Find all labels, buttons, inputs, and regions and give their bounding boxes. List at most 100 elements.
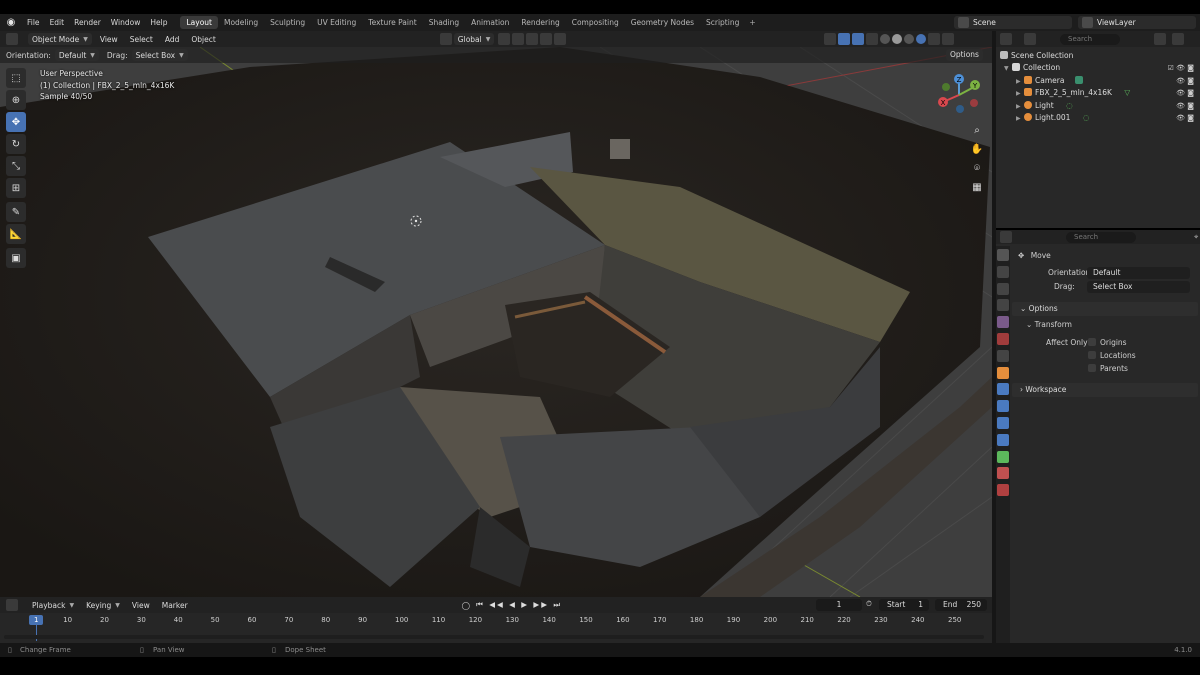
item-visibility-controls[interactable]: 👁 ◙ [1176,87,1194,99]
record-icon[interactable]: ◯ [462,601,470,610]
camera-view-icon[interactable]: ⌾ [968,160,986,178]
tab-scripting[interactable]: Scripting [700,16,745,29]
move-tool-icon[interactable]: ✥ [6,112,26,132]
scene-selector[interactable]: Scene [954,16,1072,29]
add-cube-tool-icon[interactable]: ▣ [6,248,26,268]
solid-shading-icon[interactable] [892,34,903,44]
collection-visibility-controls[interactable]: ☑ 👁 ◙ [1168,62,1194,74]
menu-edit[interactable]: Edit [45,14,70,31]
overlay-toggle-icon[interactable] [852,33,865,45]
tab-sculpting[interactable]: Sculpting [264,16,311,29]
properties-editor-icon[interactable] [1000,231,1012,243]
world-tab-icon[interactable] [997,332,1009,345]
item-visibility-controls[interactable]: 👁 ◙ [1176,75,1194,87]
outliner-item-light-001[interactable]: ▶ Light.001 ◌ 👁 ◙ [996,112,1200,124]
tab-modeling[interactable]: Modeling [218,16,264,29]
transform-pivot-icon[interactable] [439,33,452,45]
output-tab-icon[interactable] [997,282,1009,295]
annotate-tool-icon[interactable]: ✎ [6,202,26,222]
options-panel-header[interactable]: ⌄ Options [1012,302,1198,316]
gizmo-y-label[interactable]: Y [972,82,978,90]
stopwatch-icon[interactable]: ⏱ [866,599,872,609]
scene-collection-row[interactable]: Scene Collection [996,50,1200,62]
collection-tab-icon[interactable] [997,349,1009,362]
wireframe-shading-icon[interactable] [880,34,891,44]
playback-menu[interactable]: Playback ▼ [28,599,78,611]
playback-controls[interactable]: ⏮ ◀◀ ◀ ▶ ▶▶ ⏭ [476,600,562,610]
menu-help[interactable]: Help [145,14,172,31]
visibility-icon[interactable] [824,33,837,45]
menu-file[interactable]: File [22,14,45,31]
origins-checkbox[interactable]: Origins [1088,336,1127,350]
orientation-dropdown[interactable]: Default [1087,267,1190,279]
shading-options-icon[interactable] [928,33,941,45]
measure-tool-icon[interactable]: 📐 [6,224,26,244]
end-frame-field[interactable]: End 250 [935,599,987,611]
tab-rendering[interactable]: Rendering [515,16,565,29]
gizmo-toggle-icon[interactable] [838,33,851,45]
add-workspace-button[interactable]: + [745,18,759,27]
item-visibility-controls[interactable]: 👁 ◙ [1176,100,1194,112]
filter-icon[interactable] [1154,33,1166,45]
gizmo-x-label[interactable]: X [941,99,946,107]
current-frame-field[interactable]: 1 [816,599,862,611]
start-frame-field[interactable]: Start 1 [879,599,929,611]
tab-uv-editing[interactable]: UV Editing [311,16,362,29]
item-visibility-controls[interactable]: 👁 ◙ [1176,112,1194,124]
transform-subpanel-header[interactable]: ⌄ Transform [1012,318,1198,332]
physics-tab-icon[interactable] [997,416,1009,429]
transform-tool-icon[interactable]: ⊞ [6,178,26,198]
tab-shading[interactable]: Shading [423,16,465,29]
outliner-search-input[interactable]: Search [1060,33,1120,45]
tab-animation[interactable]: Animation [465,16,515,29]
object-mode-dropdown[interactable]: Object Mode ▼ [28,33,92,45]
ortho-grid-icon[interactable]: ▦ [968,179,986,197]
menu-render[interactable]: Render [69,14,106,31]
rendered-shading-icon[interactable] [916,34,927,44]
xray-toggle-icon[interactable] [866,33,879,45]
render-tab-icon[interactable] [997,265,1009,278]
new-collection-icon[interactable] [1172,33,1184,45]
gizmo-z-label[interactable]: Z [957,76,962,84]
snap-icon[interactable] [512,33,525,45]
zoom-icon[interactable]: ⌕ [968,122,986,140]
pan-hand-icon[interactable]: ✋ [968,141,986,159]
material-shading-icon[interactable] [904,34,915,44]
scene-tab-icon[interactable] [997,316,1009,329]
viewlayer-selector[interactable]: ViewLayer [1078,16,1196,29]
options-button[interactable]: Options [946,49,983,61]
outliner-item-light[interactable]: ▶ Light ◌ 👁 ◙ [996,100,1200,112]
view-menu[interactable]: View [96,33,122,45]
chevron-right-icon[interactable]: ▶ [1016,113,1024,125]
particles-tab-icon[interactable] [997,400,1009,413]
select-box-tool-icon[interactable]: ⬚ [6,68,26,88]
drag-dropdown[interactable]: Select Box ▼ [131,49,188,61]
texture-tab-icon[interactable] [997,484,1009,497]
transform-orientation-dropdown[interactable]: Global ▼ [453,33,495,45]
collection-row[interactable]: ▼ Collection ☑ 👁 ◙ [996,62,1200,74]
blender-logo-icon[interactable]: ◉ [5,17,17,29]
data-tab-icon[interactable] [997,450,1009,463]
object-menu[interactable]: Object [187,33,219,45]
pivot-point-icon[interactable] [498,33,511,45]
tab-texture-paint[interactable]: Texture Paint [362,16,422,29]
tool-tab-icon[interactable] [997,249,1009,261]
pause-render-icon[interactable] [942,33,955,45]
parents-checkbox[interactable]: Parents [1088,363,1128,376]
timeline-scrollbar[interactable] [4,635,984,639]
tab-geometry-nodes[interactable]: Geometry Nodes [625,16,700,29]
tab-layout[interactable]: Layout [180,16,218,29]
view-layer-tab-icon[interactable] [997,299,1009,312]
proportional-edit-icon[interactable] [540,33,553,45]
timeline-area[interactable]: 1 10 20 30 40 50 60 70 80 90 100 110 120 130 140 150 160… [0,613,992,643]
drag-dropdown[interactable]: Select Box [1087,281,1190,293]
select-menu[interactable]: Select [126,33,157,45]
locations-checkbox[interactable]: Locations [1088,350,1136,363]
tab-compositing[interactable]: Compositing [566,16,625,29]
falloff-icon[interactable] [554,33,567,45]
orientation-dropdown[interactable]: Default ▼ [54,49,99,61]
scale-tool-icon[interactable]: ⤡ [6,156,26,176]
outliner-item-fbx[interactable]: ▶ FBX_2_5_mln_4x16K ▽ 👁 ◙ [996,87,1200,99]
display-mode-icon[interactable] [1024,33,1036,45]
menu-window[interactable]: Window [106,14,146,31]
